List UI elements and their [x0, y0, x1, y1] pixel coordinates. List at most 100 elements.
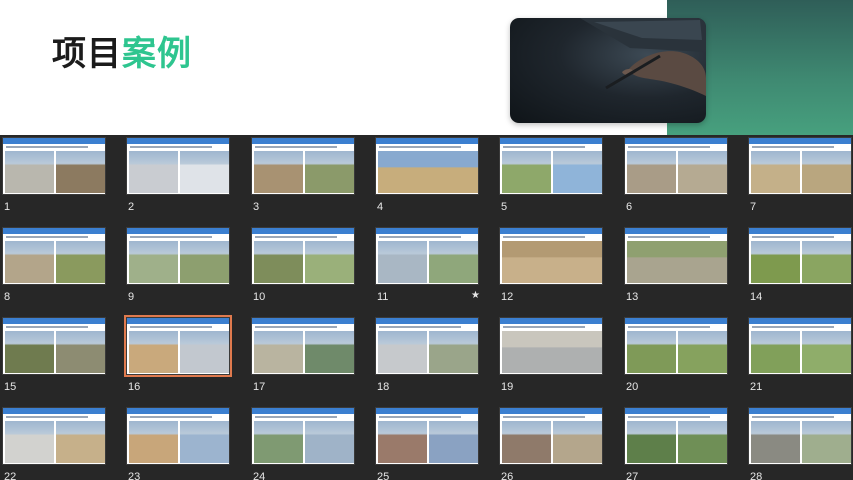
slide-thumbnail[interactable]: 2 — [126, 137, 230, 217]
slide-subtitle-line — [628, 236, 710, 238]
slide-thumbnail[interactable]: 27 — [624, 407, 728, 480]
slide-preview[interactable] — [2, 227, 106, 285]
slide-thumbnail[interactable]: 14 — [748, 227, 852, 307]
slide-number: 15 — [4, 381, 17, 393]
slide-photo-left — [502, 421, 551, 463]
slide-preview[interactable] — [2, 407, 106, 465]
slide-preview[interactable] — [126, 407, 230, 465]
slide-subtitle-line — [6, 416, 88, 418]
slide-preview[interactable] — [375, 227, 479, 285]
slide-photo-right — [429, 241, 478, 283]
slide-photo-left — [502, 151, 551, 193]
slide-photo-left — [254, 421, 303, 463]
slide-title-bar — [625, 228, 727, 234]
slide-subtitle-line — [130, 146, 212, 148]
slide-thumbnail[interactable]: 25 — [375, 407, 479, 480]
slide-thumbnail[interactable]: 21 — [748, 317, 852, 397]
slide-thumbnail[interactable]: 19 — [499, 317, 603, 397]
slide-subtitle-line — [628, 326, 710, 328]
slide-preview[interactable] — [748, 407, 852, 465]
slide-thumbnail[interactable]: 26 — [499, 407, 603, 480]
slide-title-bar — [749, 138, 851, 144]
slide-preview[interactable] — [124, 315, 232, 377]
slide-thumbnail[interactable]: 7 — [748, 137, 852, 217]
slide-thumbnail[interactable]: 8 — [2, 227, 106, 307]
slide-preview[interactable] — [126, 137, 230, 195]
slide-preview[interactable] — [624, 317, 728, 375]
slide-number: 2 — [128, 201, 135, 213]
slide-thumbnail[interactable]: 4 — [375, 137, 479, 217]
slide-preview[interactable] — [251, 227, 355, 285]
slide-number: 4 — [377, 201, 384, 213]
slide-thumbnail[interactable]: 3 — [251, 137, 355, 217]
slide-thumbnail[interactable]: 15 — [2, 317, 106, 397]
slide-title-bar — [500, 318, 602, 324]
slide-subtitle-line — [379, 416, 461, 418]
slide-number: 7 — [750, 201, 757, 213]
slide-preview[interactable] — [2, 137, 106, 195]
slide-subtitle-line — [503, 146, 585, 148]
slide-preview[interactable] — [499, 407, 603, 465]
slide-thumbnail[interactable]: 12 — [499, 227, 603, 307]
slide-thumbnail[interactable]: 28 — [748, 407, 852, 480]
slide-number: 28 — [750, 471, 763, 480]
slide-preview[interactable] — [624, 227, 728, 285]
slide-photo-left — [5, 421, 54, 463]
slide-thumbnail[interactable]: 6 — [624, 137, 728, 217]
slide-subtitle-line — [130, 236, 212, 238]
slide-subtitle-line — [628, 416, 710, 418]
slide-preview[interactable] — [251, 317, 355, 375]
slide-thumbnail[interactable]: 18 — [375, 317, 479, 397]
slide-thumbnail[interactable]: 16 — [124, 315, 232, 397]
slide-photo-right — [180, 331, 229, 373]
slide-number: 27 — [626, 471, 639, 480]
slide-subtitle-line — [379, 146, 461, 148]
slide-number: 8 — [4, 291, 11, 303]
slide-photo-left — [627, 151, 676, 193]
slide-preview[interactable] — [499, 137, 603, 195]
slide-thumbnail[interactable]: 9 — [126, 227, 230, 307]
slide-thumbnail[interactable]: 17 — [251, 317, 355, 397]
slide-thumbnail[interactable]: 23 — [126, 407, 230, 480]
slide-preview[interactable] — [748, 317, 852, 375]
slide-thumbnail[interactable]: 5 — [499, 137, 603, 217]
slide-preview[interactable] — [375, 407, 479, 465]
slide-number: 11 — [377, 291, 389, 303]
slide-preview[interactable] — [748, 137, 852, 195]
slide-preview[interactable] — [624, 407, 728, 465]
slide-preview[interactable] — [375, 137, 479, 195]
slide-thumbnail[interactable]: 13 — [624, 227, 728, 307]
slide-thumbnail[interactable]: 20 — [624, 317, 728, 397]
slide-photo-right — [305, 421, 354, 463]
slide-photo-left — [378, 241, 427, 283]
slide-preview[interactable] — [126, 227, 230, 285]
slide-subtitle-line — [6, 146, 88, 148]
slide-number: 21 — [750, 381, 763, 393]
slide-thumbnail[interactable]: 10 — [251, 227, 355, 307]
slide-thumbnail-grid: 1 2 3 4 5 6 7 8 9 10 11 ★ 12 13 14 15 16 17 18 19 20 21 22 23 24… — [0, 135, 853, 480]
slide-thumbnail[interactable]: 11 ★ — [375, 227, 480, 307]
slide-title-bar — [252, 138, 354, 144]
slide-preview[interactable] — [2, 317, 106, 375]
slide-subtitle-line — [6, 236, 88, 238]
slide-photo-right — [305, 331, 354, 373]
hand-on-keyboard-illustration — [580, 18, 706, 96]
slide-preview[interactable] — [251, 137, 355, 195]
slide-preview[interactable] — [624, 137, 728, 195]
slide-photo-left — [129, 331, 178, 373]
slide-title-bar — [749, 318, 851, 324]
slide-photo-right — [802, 421, 851, 463]
slide-preview[interactable] — [748, 227, 852, 285]
slide-preview[interactable] — [499, 227, 603, 285]
slide-preview[interactable] — [375, 317, 479, 375]
slide-thumbnail[interactable]: 1 — [2, 137, 106, 217]
slide-subtitle-line — [503, 236, 585, 238]
slide-photo-right — [802, 151, 851, 193]
slide-thumbnail[interactable]: 22 — [2, 407, 106, 480]
slide-number: 10 — [253, 291, 266, 303]
slide-photo-left — [254, 241, 303, 283]
slide-thumbnail[interactable]: 24 — [251, 407, 355, 480]
slide-preview[interactable] — [251, 407, 355, 465]
slide-photo-left — [751, 421, 800, 463]
slide-preview[interactable] — [499, 317, 603, 375]
